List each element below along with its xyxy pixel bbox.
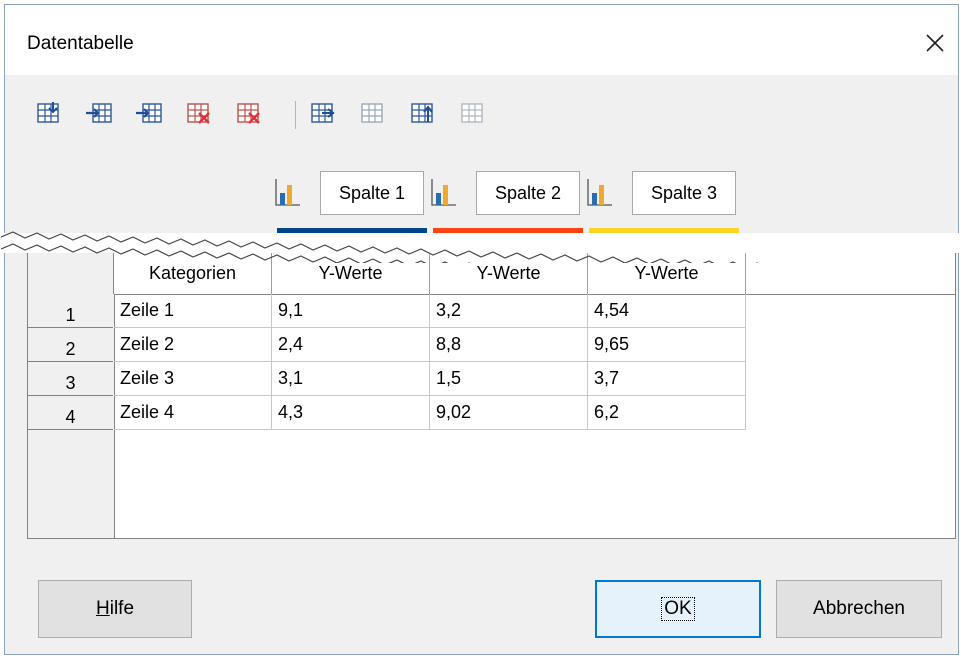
move-series-right-button[interactable] [307,97,339,129]
insert-row-icon [37,102,59,123]
series-name-field-1[interactable]: Spalte 1 [320,171,424,215]
table-cell[interactable]: Zeile 1 [114,294,272,328]
close-button[interactable] [912,23,958,63]
help-button[interactable]: Hilfe [38,580,192,638]
move-row-up-button[interactable] [407,97,439,129]
table-cell[interactable]: 9,1 [272,294,430,328]
move-series-right-icon [311,103,335,123]
insert-text-column-icon [136,103,162,123]
row-number[interactable]: 2 [28,328,113,362]
row-header-column: 1 2 3 4 [28,294,115,538]
series-name-field-3[interactable]: Spalte 3 [632,171,736,215]
title-bar: Datentabelle [5,5,958,75]
toolbar-separator [295,101,296,129]
table-cell[interactable]: 9,02 [430,396,588,430]
chart-type-icon [587,179,612,206]
delete-row-icon [187,103,210,124]
table-cell[interactable]: 1,5 [430,362,588,396]
ok-button-label: OK [661,597,695,621]
data-grid: Kategorien Y-Werte Y-Werte Y-Werte 1 2 3… [27,252,956,539]
table-cell[interactable]: Zeile 4 [114,396,272,430]
insert-series-icon [86,103,112,123]
help-button-label: Hilfe [95,598,135,619]
table-cell[interactable]: 3,2 [430,294,588,328]
chart-type-icon [431,179,456,206]
table-cell[interactable]: 9,65 [588,328,746,362]
torn-edge-break [1,231,963,263]
dialog-title: Datentabelle [27,33,134,54]
move-row-up-icon [411,103,433,123]
series-name-field-2[interactable]: Spalte 2 [476,171,580,215]
row-number[interactable]: 1 [28,294,113,328]
table-cell[interactable]: 3,1 [272,362,430,396]
insert-text-column-button[interactable] [133,97,165,129]
data-table-dialog: Datentabelle Spalte 1 Spalte 2 Spalte 3 … [1,4,963,655]
insert-series-button[interactable] [83,97,115,129]
close-icon [926,34,944,52]
table-cell[interactable]: 2,4 [272,328,430,362]
ok-button[interactable]: OK [595,580,761,638]
table-cell[interactable]: 8,8 [430,328,588,362]
table-cell[interactable]: 6,2 [588,396,746,430]
row-number[interactable]: 4 [28,396,113,430]
table-cell[interactable]: 3,7 [588,362,746,396]
chart-type-icon [275,179,300,206]
table-cell[interactable]: Zeile 3 [114,362,272,396]
table-cell[interactable]: Zeile 2 [114,328,272,362]
cancel-button[interactable]: Abbrechen [776,580,942,638]
move-series-left-icon [361,103,383,123]
delete-series-button[interactable] [233,97,265,129]
table-cell[interactable]: 4,54 [588,294,746,328]
row-number[interactable]: 3 [28,362,113,396]
move-row-down-button[interactable] [457,97,489,129]
delete-row-button[interactable] [183,97,215,129]
table-cell[interactable]: 4,3 [272,396,430,430]
move-row-down-icon [461,103,483,123]
insert-row-button[interactable] [33,97,65,129]
delete-series-icon [237,103,260,124]
move-series-left-button[interactable] [357,97,389,129]
